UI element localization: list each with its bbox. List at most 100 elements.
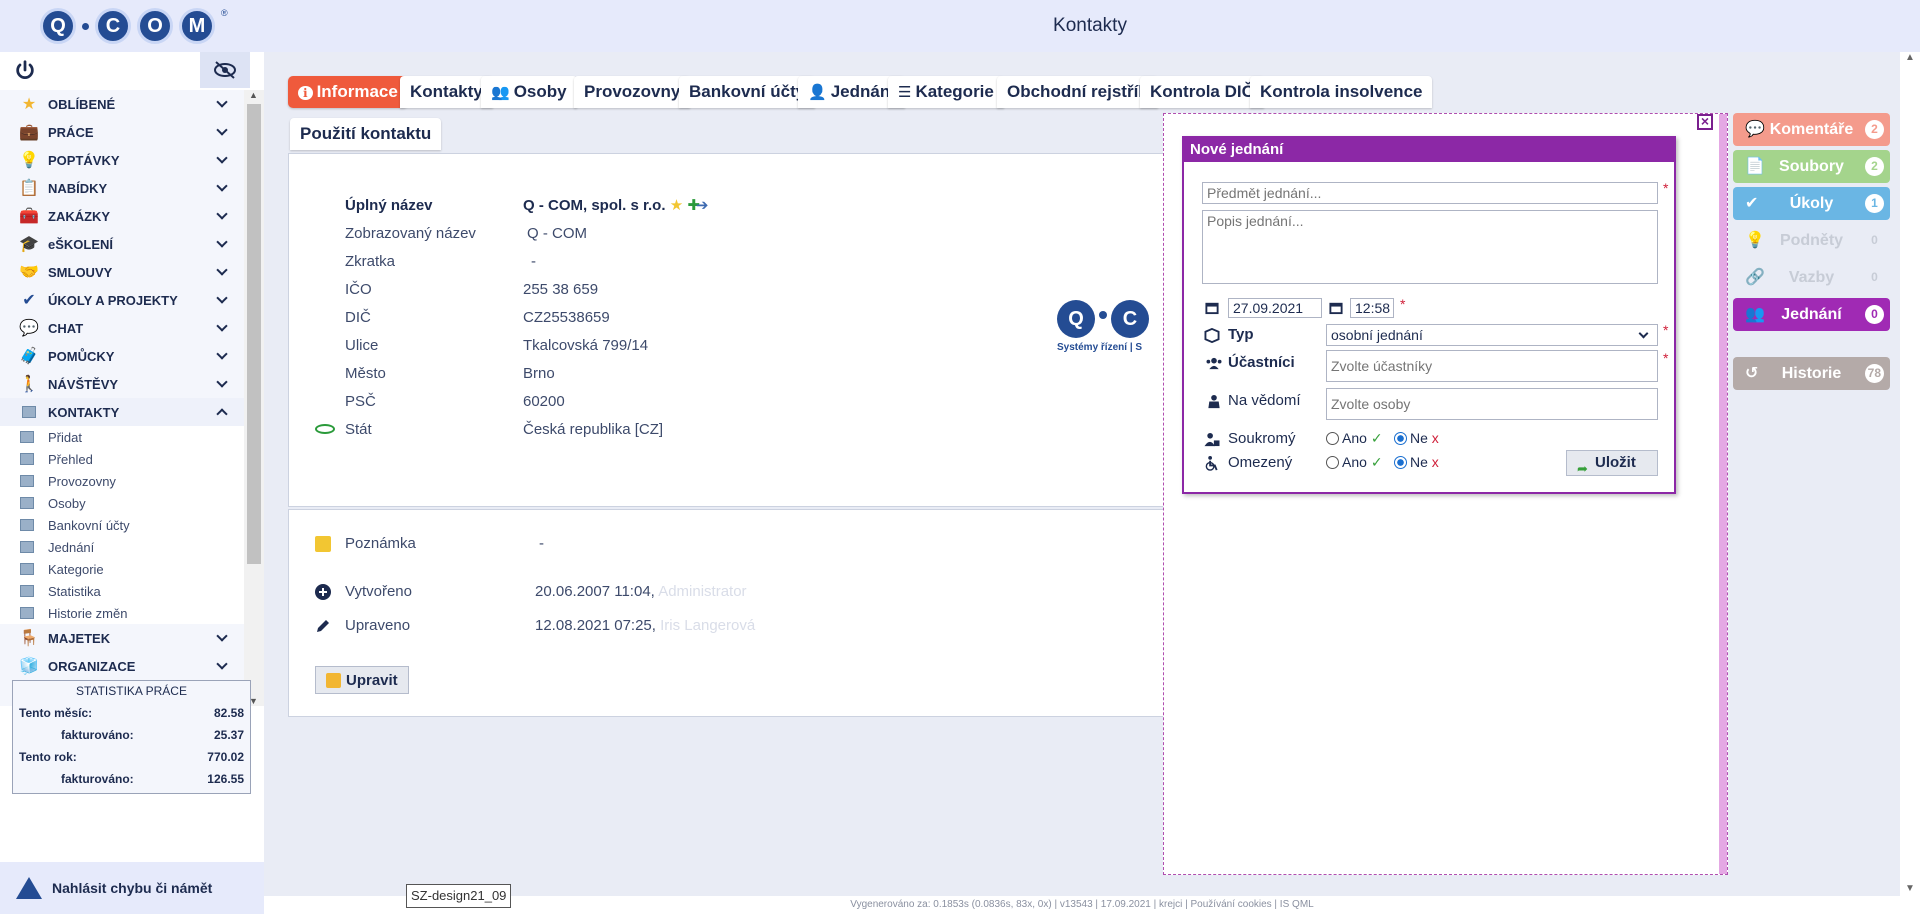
updated-by[interactable]: Iris Langerová xyxy=(660,617,755,634)
sidebar-item-kontakty[interactable]: KONTAKTY xyxy=(0,398,244,426)
sidebar-item-chat[interactable]: 💬 CHAT xyxy=(0,314,244,342)
ico-label: IČO xyxy=(345,281,372,298)
updated-date: 12.08.2021 07:25, xyxy=(535,617,656,634)
menu-scroll-thumb[interactable] xyxy=(247,104,261,564)
comment-icon: 💬 xyxy=(1745,121,1765,138)
tab-label: Kontrola DIČ xyxy=(1150,82,1254,101)
wheelchair-icon xyxy=(1205,456,1218,471)
count-badge: 0 xyxy=(1871,233,1878,247)
contact-card-icon xyxy=(20,585,34,597)
qcom-logo[interactable]: Q C O M ® xyxy=(40,8,228,44)
private-yes-radio[interactable]: Ano ✓ xyxy=(1326,430,1383,447)
tab-obchodni-rejstrik[interactable]: Obchodní rejstřík xyxy=(997,76,1158,108)
meeting-date-input[interactable]: 27.09.2021 xyxy=(1228,298,1322,318)
sidebar-item-label: SMLOUVY xyxy=(48,264,113,280)
contacts-icon xyxy=(18,402,40,422)
jednani-button[interactable]: 👥 Jednání 0 xyxy=(1733,298,1890,331)
tab-label: Provozovny xyxy=(584,82,681,101)
sidebar-subitem-prehled[interactable]: Přehled xyxy=(0,448,244,470)
menu-scrollbar[interactable]: ▲ ▼ xyxy=(244,90,264,706)
sidebar-subitem-pridat[interactable]: Přidat xyxy=(0,426,244,448)
sidebar-item-majetek[interactable]: 🪑 MAJETEK xyxy=(0,624,244,652)
sidebar-subitem-bankovni-ucty[interactable]: Bankovní účty xyxy=(0,514,244,536)
save-button[interactable]: ➦ Uložit xyxy=(1566,450,1658,476)
scroll-down-icon[interactable]: ▼ xyxy=(1905,883,1915,894)
tab-label: Jednání xyxy=(830,82,895,101)
podnety-button[interactable]: 💡 Podněty 0 xyxy=(1733,224,1890,257)
meeting-time-input[interactable]: 12:58 xyxy=(1350,298,1394,318)
logo-registered-mark: ® xyxy=(221,8,228,18)
meeting-description-input[interactable] xyxy=(1202,210,1658,284)
vazby-button[interactable]: 🔗 Vazby 0 xyxy=(1733,261,1890,294)
report-bug-button[interactable]: Nahlásit chybu či námět xyxy=(0,862,264,914)
page-scrollbar[interactable]: ▲ ▼ xyxy=(1900,52,1920,896)
sidebar-item-prace[interactable]: 💼 PRÁCE xyxy=(0,118,244,146)
restricted-yes-radio[interactable]: Ano ✓ xyxy=(1326,454,1383,471)
historie-button[interactable]: ↺ Historie 78 xyxy=(1733,357,1890,390)
chevron-down-icon xyxy=(216,630,228,642)
edit-button[interactable]: Upravit xyxy=(315,666,409,694)
tab-osoby[interactable]: 👥 Osoby xyxy=(481,76,577,108)
sidebar-item-oblibene[interactable]: ★ OBLÍBENÉ xyxy=(0,90,244,118)
participants-input[interactable] xyxy=(1326,350,1658,382)
meeting-type-select[interactable]: osobní jednání xyxy=(1326,324,1658,346)
sidebar-item-pomucky[interactable]: 🧳 POMŮCKY xyxy=(0,342,244,370)
tab-kategorie[interactable]: ☰ Kategorie xyxy=(888,76,1004,108)
sidebar-item-navstevy[interactable]: 🚶 NÁVŠTĚVY xyxy=(0,370,244,398)
hide-menu-button[interactable] xyxy=(200,52,250,88)
komentare-button[interactable]: 💬 Komentáře 2 xyxy=(1733,113,1890,146)
meeting-subject-input[interactable] xyxy=(1202,182,1658,204)
bulb-icon: 💡 xyxy=(1745,232,1765,249)
task-check-icon: ✔ xyxy=(22,292,36,309)
sidebar-item-smlouvy[interactable]: 🤝 SMLOUVY xyxy=(0,258,244,286)
sidebar: ★ OBLÍBENÉ 💼 PRÁCE 💡 POPTÁVKY 📋 NABÍDKY 🧰 ZAKÁZKY… xyxy=(0,52,264,914)
radio-icon xyxy=(1326,432,1339,445)
cube-icon xyxy=(1204,328,1220,343)
restricted-no-radio[interactable]: Ne x xyxy=(1394,454,1439,470)
contact-card-icon xyxy=(20,497,34,509)
updated-value: 12.08.2021 07:25, Iris Langerová xyxy=(535,614,755,638)
power-icon[interactable] xyxy=(14,59,36,81)
tab-kontakty[interactable]: Kontakty xyxy=(400,76,493,108)
tab-kontrola-insolvence[interactable]: Kontrola insolvence xyxy=(1250,76,1433,108)
sidebar-item-zakazky[interactable]: 🧰 ZAKÁZKY xyxy=(0,202,244,230)
sidebar-item-label: CHAT xyxy=(48,320,84,336)
chevron-down-icon xyxy=(1638,328,1649,339)
soubory-button[interactable]: 📄 Soubory 2 xyxy=(1733,150,1890,183)
tab-kontrola-dic[interactable]: Kontrola DIČ xyxy=(1140,76,1264,108)
stats-year-billed-label: fakturováno: xyxy=(61,772,134,786)
tab-informace[interactable]: ℹ Informace xyxy=(288,76,408,108)
sidebar-item-poptavky[interactable]: 💡 POPTÁVKY xyxy=(0,146,244,174)
sidebar-subitem-jednani[interactable]: Jednání xyxy=(0,536,244,558)
ukoly-button[interactable]: ✔ Úkoly 1 xyxy=(1733,187,1890,220)
tab-label: Osoby xyxy=(513,82,567,101)
sidebar-subitem-statistika[interactable]: Statistika xyxy=(0,580,244,602)
arrows-icon[interactable]: ➔ xyxy=(696,197,709,214)
contact-card-icon xyxy=(20,519,34,531)
street-label: Ulice xyxy=(345,337,379,354)
created-by[interactable]: Administrator xyxy=(658,583,746,600)
close-icon[interactable]: × xyxy=(1697,114,1713,130)
tab-provozovny[interactable]: Provozovny xyxy=(574,76,691,108)
sidebar-item-organizace[interactable]: 🧊 ORGANIZACE xyxy=(0,652,244,680)
tab-bankovni-ucty[interactable]: Bankovní účty xyxy=(679,76,816,108)
scroll-up-icon[interactable]: ▲ xyxy=(1905,52,1915,63)
clipboard-icon: 📋 xyxy=(19,180,39,197)
aware-persons-input[interactable] xyxy=(1326,388,1658,420)
sidebar-subitem-kategorie[interactable]: Kategorie xyxy=(0,558,244,580)
required-mark: * xyxy=(1663,350,1669,366)
chevron-down-icon xyxy=(216,208,228,220)
private-no-radio[interactable]: Ne x xyxy=(1394,430,1439,446)
sidebar-item-nabidky[interactable]: 📋 NABÍDKY xyxy=(0,174,244,202)
warning-icon xyxy=(16,877,42,899)
sidebar-subitem-historie-zmen[interactable]: Historie změn xyxy=(0,602,244,624)
sidebar-item-eskoleni[interactable]: 🎓 eŠKOLENÍ xyxy=(0,230,244,258)
tab-pouziti-kontaktu[interactable]: Použití kontaktu xyxy=(290,118,442,150)
radio-selected-icon xyxy=(1394,456,1407,469)
sidebar-item-ukoly-a-projekty[interactable]: ✔ ÚKOLY A PROJEKTY xyxy=(0,286,244,314)
scroll-up-icon[interactable]: ▲ xyxy=(249,90,258,100)
favorite-star-icon[interactable]: ★ xyxy=(670,197,683,214)
sidebar-subitem-osoby[interactable]: Osoby xyxy=(0,492,244,514)
sidebar-subitem-provozovny[interactable]: Provozovny xyxy=(0,470,244,492)
tab-label: Použití kontaktu xyxy=(300,124,432,143)
